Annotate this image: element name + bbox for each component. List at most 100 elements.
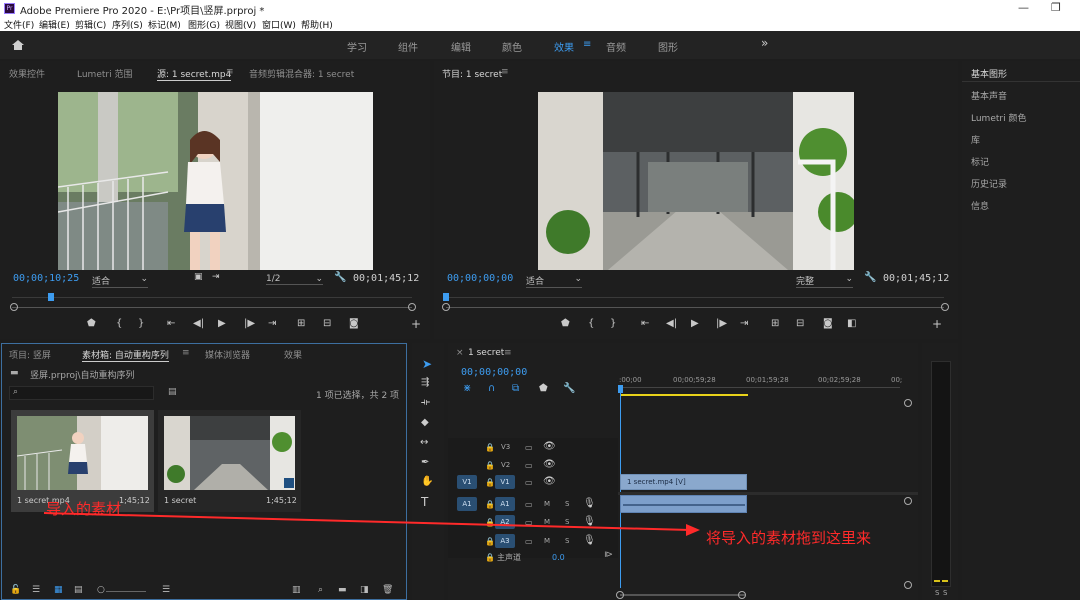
program-time-ruler[interactable] — [446, 297, 944, 298]
nest-icon[interactable]: ⋇ — [463, 383, 471, 394]
new-item-icon[interactable]: ◨ — [360, 585, 369, 595]
scroll-handle[interactable] — [904, 497, 912, 505]
zoom-handle-left[interactable] — [10, 303, 18, 311]
mute-button[interactable]: M — [544, 500, 550, 508]
menu-graphics[interactable]: 图形(G) — [188, 18, 220, 31]
go-to-in-icon[interactable]: ⇤ — [641, 318, 649, 329]
panel-info[interactable]: 信息 — [971, 199, 989, 212]
sync-lock-icon[interactable]: ▭ — [525, 518, 533, 527]
icon-view-icon[interactable]: ▦ — [54, 585, 63, 595]
lock-icon[interactable]: 🔒 — [485, 478, 495, 487]
solo-button[interactable]: S — [565, 537, 569, 545]
eye-icon[interactable]: 👁 — [543, 459, 556, 470]
workspace-effects[interactable]: 效果 — [554, 39, 574, 54]
workspace-graphics[interactable]: 图形 — [658, 39, 678, 54]
new-search-bin-icon[interactable]: ▤ — [168, 387, 177, 397]
export-frame-icon[interactable]: ◙ — [349, 318, 359, 329]
eye-icon[interactable]: 👁 — [543, 441, 556, 452]
panel-essential-graphics[interactable]: 基本图形 — [971, 67, 1007, 80]
go-to-out-icon[interactable]: ⇥ — [268, 318, 276, 329]
program-fit-select[interactable]: 适合 ⌄ — [526, 274, 582, 288]
program-playhead-timecode[interactable]: 00;00;00;00 — [447, 273, 513, 284]
program-quality-select[interactable]: 完整 ⌄ — [796, 274, 853, 288]
track-select-tool-icon[interactable]: ⇶ — [421, 377, 429, 388]
home-icon[interactable] — [11, 39, 25, 51]
step-back-icon[interactable]: ◀| — [193, 318, 204, 329]
master-volume-value[interactable]: 0.0 — [552, 553, 565, 562]
workspace-editing[interactable]: 编辑 — [451, 39, 471, 54]
freeform-view-icon[interactable]: ▤ — [74, 585, 83, 595]
automate-to-sequence-icon[interactable]: ▥ — [292, 585, 301, 595]
track-target-a1[interactable]: A1 — [495, 497, 515, 511]
menu-file[interactable]: 文件(F) — [4, 18, 34, 31]
workspace-color[interactable]: 颜色 — [502, 39, 522, 54]
sync-lock-icon[interactable]: ▭ — [525, 500, 533, 509]
zoom-handle-right[interactable] — [408, 303, 416, 311]
work-area-bar[interactable] — [620, 394, 748, 396]
insert-icon[interactable]: ⊞ — [297, 318, 305, 329]
play-button[interactable]: ▶ — [691, 318, 699, 329]
pen-tool-icon[interactable]: ✒ — [421, 457, 429, 468]
marker-icon[interactable]: ⬟ — [87, 318, 96, 329]
out-point-icon[interactable]: } — [138, 318, 144, 329]
add-marker-icon[interactable]: ⬟ — [539, 383, 548, 394]
lock-icon[interactable]: 🔒 — [485, 500, 495, 509]
zoom-handle-right[interactable] — [941, 303, 949, 311]
tab-menu-icon[interactable]: ≡ — [226, 67, 234, 77]
trim-icon[interactable]: ⇥ — [212, 272, 220, 282]
menu-view[interactable]: 视图(V) — [225, 18, 256, 31]
workspace-more-button[interactable]: » — [761, 36, 768, 50]
source-playhead-timecode[interactable]: 00;00;10;25 — [13, 273, 79, 284]
lift-icon[interactable]: ⊞ — [771, 318, 779, 329]
solo-left-button[interactable]: S — [935, 589, 939, 597]
step-back-icon[interactable]: ◀| — [666, 318, 677, 329]
selection-tool-icon[interactable]: ➤ — [422, 357, 432, 371]
new-bin-icon[interactable]: ▬ — [338, 585, 347, 595]
zoom-slider[interactable] — [106, 591, 146, 592]
type-tool-icon[interactable]: T — [421, 495, 428, 509]
scroll-handle[interactable] — [904, 581, 912, 589]
clip-item-secret-sequence[interactable]: 1 secret 1;45;12 — [158, 410, 301, 512]
solo-button[interactable]: S — [565, 518, 569, 526]
panel-essential-sound[interactable]: 基本声音 — [971, 89, 1007, 102]
solo-button[interactable]: S — [565, 500, 569, 508]
sync-lock-icon[interactable]: ▭ — [525, 478, 533, 487]
wrench-icon[interactable]: 🔧 — [334, 272, 346, 283]
zoom-slider-handle[interactable]: ○ — [97, 585, 105, 595]
sync-lock-icon[interactable]: ▭ — [525, 537, 533, 546]
go-to-end-icon[interactable]: ⧐ — [604, 550, 613, 560]
tab-audio-clip-mixer[interactable]: 音频剪辑混合器: 1 secret — [249, 67, 354, 80]
wrench-icon[interactable]: 🔧 — [864, 272, 876, 283]
track-label-v2[interactable]: V2 — [501, 461, 510, 469]
eye-icon[interactable]: 👁 — [543, 476, 556, 487]
lock-icon[interactable]: 🔒 — [485, 443, 495, 452]
overlay-icon[interactable]: ▣ — [194, 272, 203, 282]
slip-tool-icon[interactable]: ↔ — [420, 437, 428, 448]
clip-item-secret-mp4[interactable]: 1 secret.mp4 1;45;12 — [11, 410, 154, 512]
go-to-in-icon[interactable]: ⇤ — [167, 318, 175, 329]
extract-icon[interactable]: ⊟ — [796, 318, 804, 329]
hand-tool-icon[interactable]: ✋ — [421, 476, 433, 487]
solo-right-button[interactable]: S — [943, 589, 947, 597]
track-target-a2[interactable]: A2 — [495, 515, 515, 529]
track-target-v1[interactable]: V1 — [495, 475, 515, 489]
track-target-a3[interactable]: A3 — [495, 534, 515, 548]
zoom-handle-left[interactable] — [616, 591, 624, 599]
close-tab-icon[interactable]: × — [456, 348, 464, 358]
sort-icon[interactable]: ☰ — [162, 585, 170, 595]
lock-icon[interactable]: 🔓 — [10, 585, 21, 595]
sync-lock-icon[interactable]: ▭ — [525, 443, 533, 452]
go-to-out-icon[interactable]: ⇥ — [740, 318, 748, 329]
workspace-audio[interactable]: 音频 — [606, 39, 626, 54]
source-playhead[interactable] — [48, 293, 54, 301]
timeline-settings-icon[interactable]: 🔧 — [563, 383, 575, 394]
comparison-view-icon[interactable]: ◧ — [847, 318, 856, 329]
marker-icon[interactable]: ⬟ — [561, 318, 570, 329]
timeline-horizontal-scrollbar[interactable] — [620, 594, 745, 596]
zoom-handle-right[interactable] — [738, 591, 746, 599]
tab-menu-icon[interactable]: ≡ — [501, 67, 509, 77]
source-fit-select[interactable]: 适合 ⌄ — [92, 274, 148, 288]
play-button[interactable]: ▶ — [218, 318, 226, 329]
menu-window[interactable]: 窗口(W) — [262, 18, 296, 31]
video-clip[interactable]: 1 secret.mp4 [V] — [620, 474, 747, 490]
